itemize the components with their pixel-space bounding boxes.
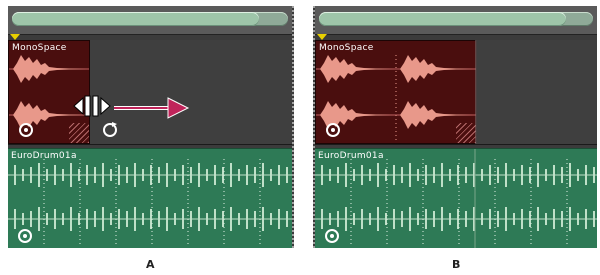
waveform [8, 159, 292, 245]
timeline-ruler [315, 6, 597, 35]
panel-a: MonoSpace EuroDrum01a [8, 6, 294, 248]
scrollbar-thumb[interactable] [319, 12, 566, 26]
clip-label: EuroDrum01a [11, 151, 77, 161]
clip-monospace[interactable]: MonoSpace [8, 40, 90, 144]
loop-icon [18, 229, 32, 243]
panel-caption-b: B [452, 258, 461, 271]
resize-cursor-icon [73, 95, 111, 117]
loop-icon [19, 123, 33, 137]
track-eurodrum: EuroDrum01a [315, 148, 597, 248]
track-eurodrum: EuroDrum01a [8, 148, 292, 248]
horizontal-scrollbar[interactable] [12, 12, 288, 26]
track-monospace: MonoSpace [8, 40, 292, 145]
waveform [315, 149, 597, 248]
clip-monospace[interactable]: MonoSpace [315, 40, 477, 144]
scrollbar-thumb[interactable] [12, 12, 259, 26]
panel-b: MonoSpace EuroDrum01a [313, 6, 597, 248]
loop-cursor-icon [103, 122, 117, 137]
grid-line [475, 40, 477, 144]
loop-icon [325, 229, 339, 243]
drag-arrow-icon [114, 97, 190, 119]
timeline-ruler [8, 6, 292, 35]
clip-label: MonoSpace [319, 43, 374, 53]
horizontal-scrollbar[interactable] [319, 12, 593, 26]
playhead-marker-icon[interactable] [317, 34, 327, 40]
clip-eurodrum01a[interactable]: EuroDrum01a [8, 148, 292, 248]
clip-label: EuroDrum01a [318, 151, 384, 161]
loop-icon [326, 123, 340, 137]
waveform [316, 55, 476, 141]
clip-resize-handle[interactable] [69, 123, 89, 143]
clip-label: MonoSpace [12, 43, 67, 53]
track-monospace: MonoSpace [315, 40, 597, 145]
clip-resize-handle[interactable] [456, 123, 476, 143]
panel-caption-a: A [146, 258, 155, 271]
clip-eurodrum01a[interactable]: EuroDrum01a [315, 148, 597, 248]
playhead-marker-icon[interactable] [10, 34, 20, 40]
